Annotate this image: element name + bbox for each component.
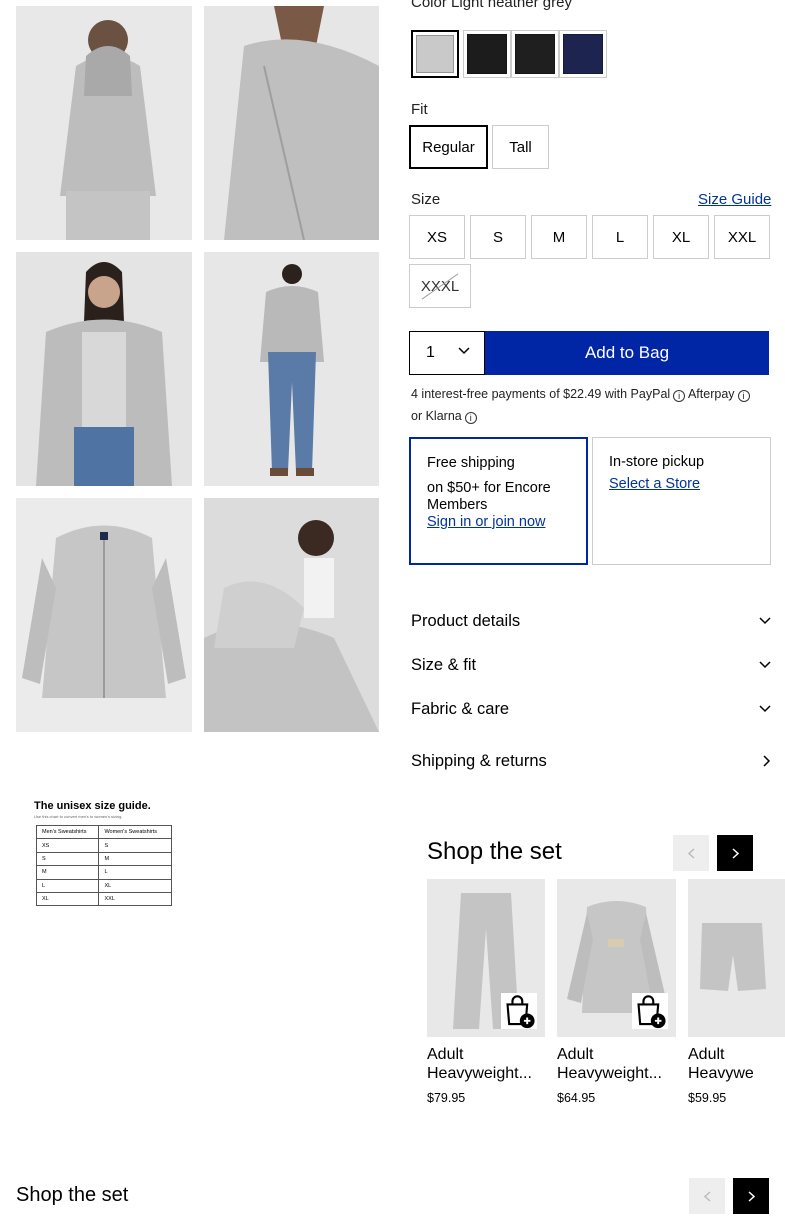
free-shipping-desc: on $50+ for Encore Members (427, 480, 551, 513)
quick-add-button[interactable] (632, 993, 668, 1029)
size-l-button[interactable]: L (592, 215, 648, 259)
free-shipping-title: Free shipping (427, 455, 515, 471)
select-store-link[interactable]: Select a Store (609, 476, 754, 493)
accordion-fabric-care[interactable]: Fabric & care (411, 694, 771, 724)
chevron-down-icon (759, 705, 771, 713)
accordion-size-fit[interactable]: Size & fit (411, 650, 771, 680)
chevron-right-icon (747, 1190, 755, 1202)
set-item-name[interactable]: Adult Heavywe (688, 1045, 785, 1083)
size-chart-header: Men's Sweatshirts (35, 824, 100, 840)
chevron-down-icon (759, 661, 771, 669)
afterpay-info-icon[interactable]: i (737, 390, 750, 402)
size-chart-subtitle: Use this chart to convert men's to women… (34, 814, 123, 819)
paypal-text: 4 interest-free payments of $22.49 with … (411, 387, 671, 401)
size-guide-link[interactable]: Size Guide (698, 191, 771, 208)
bag-plus-icon (637, 995, 666, 1029)
swatch-navy[interactable] (559, 30, 607, 78)
chevron-down-icon (759, 617, 771, 625)
klarna-info-icon[interactable]: i (464, 412, 477, 424)
accordion-label: Size & fit (411, 655, 477, 674)
chevron-right-icon (763, 755, 771, 767)
set-item-image-crewneck[interactable] (557, 879, 676, 1037)
accordion-label: Shipping & returns (411, 751, 547, 770)
set-item-image-shorts[interactable] (688, 879, 785, 1037)
quick-add-button[interactable] (501, 993, 537, 1029)
accordion-label: Product details (411, 611, 521, 630)
size-xxxl-button[interactable]: XXXL (409, 264, 471, 308)
paypal-info-icon[interactable]: i (673, 390, 686, 402)
quantity-select[interactable]: 1 (409, 331, 485, 375)
afterpay-text: Afterpay (687, 387, 735, 401)
swatch-black-2[interactable] (511, 30, 559, 78)
chevron-down-icon (458, 347, 470, 355)
add-to-bag-button[interactable]: Add to Bag (485, 331, 769, 375)
product-photo-back[interactable] (16, 6, 192, 240)
size-chart-header: Women's Sweatshirts (98, 824, 172, 840)
accordion-label: Fabric & care (411, 699, 510, 718)
quantity-value: 1 (426, 344, 435, 361)
size-chart-cell: M (98, 851, 172, 867)
size-chart-cell: S (35, 851, 100, 867)
klarna-text: or Klarna (411, 409, 462, 423)
size-chart-cell: S (98, 838, 172, 853)
set-item-image-pants[interactable] (427, 879, 545, 1037)
accordion-product-details[interactable]: Product details (411, 606, 771, 636)
bag-plus-icon (506, 995, 535, 1029)
swatch-black[interactable] (463, 30, 511, 78)
size-label: Size (411, 191, 441, 208)
shop-the-set-title-2: Shop the set (16, 1184, 129, 1206)
fit-label: Fit (411, 101, 428, 118)
size-xxl-button[interactable]: XXL (714, 215, 770, 259)
carousel-prev-button[interactable] (673, 835, 709, 871)
payment-options: 4 interest-free payments of $22.49 with … (411, 383, 771, 427)
set-item-price: $79.95 (427, 1091, 466, 1105)
size-s-button[interactable]: S (470, 215, 526, 259)
fit-tall-button[interactable]: Tall (492, 125, 549, 169)
size-xs-button[interactable]: XS (409, 215, 465, 259)
pickup-title: In-store pickup (609, 454, 705, 470)
carousel-prev-button-2[interactable] (689, 1178, 725, 1214)
set-item-name[interactable]: Adult Heavyweight... (557, 1045, 675, 1083)
chevron-left-icon (687, 847, 695, 859)
set-item-name[interactable]: Adult Heavyweight... (427, 1045, 545, 1083)
color-label: Color Light heather grey (411, 0, 572, 11)
set-item-price: $64.95 (557, 1091, 596, 1105)
product-photo-lifestyle[interactable] (204, 498, 379, 732)
accordion-shipping-returns[interactable]: Shipping & returns (411, 746, 771, 776)
in-store-pickup-option[interactable]: In-store pickup Select a Store (592, 437, 771, 565)
carousel-next-button[interactable] (717, 835, 753, 871)
product-photo-full-woman[interactable] (204, 252, 379, 486)
set-item-price: $59.95 (688, 1091, 727, 1105)
size-m-button[interactable]: M (531, 215, 587, 259)
shop-the-set-title: Shop the set (427, 838, 562, 865)
fit-regular-button[interactable]: Regular (409, 125, 488, 169)
chevron-right-icon (731, 847, 739, 859)
swatch-light-heather-grey[interactable] (411, 30, 459, 78)
free-shipping-option[interactable]: Free shipping on $50+ for Encore Members… (409, 437, 588, 565)
color-name: Light heather grey (451, 0, 572, 11)
product-photo-flatlay[interactable] (16, 498, 192, 732)
chevron-left-icon (703, 1190, 711, 1202)
size-chart-cell: XS (35, 838, 100, 853)
carousel-next-button-2[interactable] (733, 1178, 769, 1214)
color-prefix: Color (411, 0, 447, 11)
sign-in-link[interactable]: Sign in or join now (427, 514, 570, 531)
size-chart-title: The unisex size guide. (34, 800, 151, 812)
product-photo-side-closeup[interactable] (204, 6, 379, 240)
product-photo-front-woman[interactable] (16, 252, 192, 486)
size-xl-button[interactable]: XL (653, 215, 709, 259)
